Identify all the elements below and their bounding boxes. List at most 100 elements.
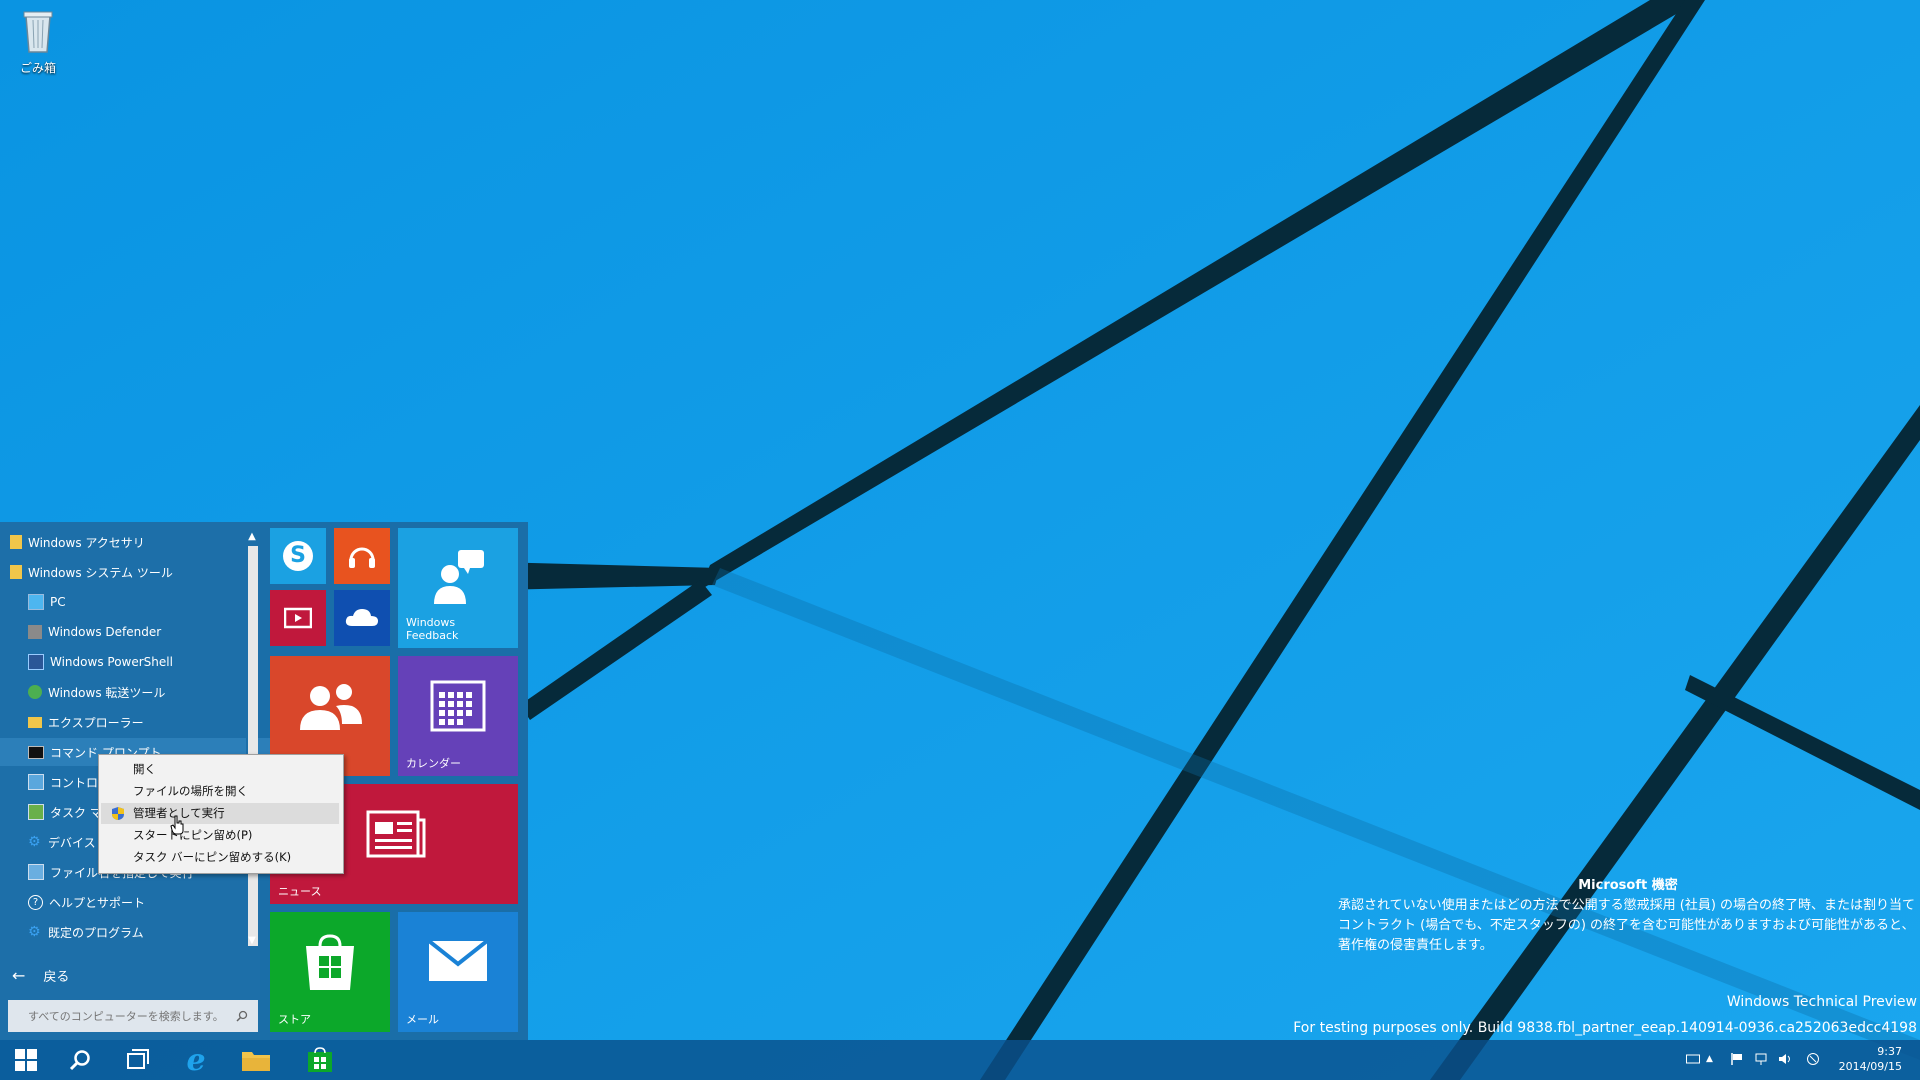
folder-icon [10, 535, 22, 549]
tile-windows-feedback[interactable]: Windows Feedback [398, 528, 518, 648]
defender-icon [28, 625, 42, 639]
context-item-pin-to-start[interactable]: スタートにピン留め(P) [101, 825, 339, 846]
tile-skype[interactable]: S [270, 528, 326, 584]
tile-calendar[interactable]: カレンダー [398, 656, 518, 776]
app-item-windows-defender[interactable]: Windows Defender [0, 618, 274, 646]
app-item-windows-transfer[interactable]: Windows 転送ツール [0, 678, 274, 706]
search-box[interactable] [8, 1000, 258, 1032]
app-item-windows-system-tools[interactable]: Windows システム ツール [0, 558, 256, 586]
clock-date: 2014/09/15 [1838, 1060, 1902, 1073]
app-item-help[interactable]: ? ヘルプとサポート [0, 888, 274, 916]
app-item-windows-powershell[interactable]: Windows PowerShell [0, 648, 274, 676]
confidential-notice: Microsoft 機密 承認されていない使用またはどの方法で公開する懲戒採用 … [1338, 876, 1918, 956]
recycle-bin-icon [23, 11, 53, 53]
recycle-bin[interactable]: ごみ箱 [14, 6, 62, 76]
chevron-up-icon[interactable]: ▲ [1706, 1052, 1720, 1066]
mail-icon [428, 940, 488, 981]
scrollbar-thumb[interactable] [248, 546, 258, 946]
app-item-windows-accessories[interactable]: Windows アクセサリ [0, 528, 256, 556]
taskbar: e ▲ 9:37 2014/09/15 [0, 1040, 1920, 1080]
scroll-up-arrow-icon[interactable]: ▲ [246, 530, 258, 544]
news-icon [366, 810, 426, 858]
scroll-down-arrow-icon[interactable]: ▼ [246, 934, 258, 948]
windows-logo-icon [15, 1049, 37, 1071]
search-input[interactable] [26, 1008, 230, 1024]
search-icon [69, 1050, 90, 1071]
tile-onedrive[interactable] [334, 590, 390, 646]
taskbar-search-button[interactable] [54, 1040, 106, 1080]
tile-mail[interactable]: メール [398, 912, 518, 1032]
app-item-label: ヘルプとサポート [49, 895, 146, 910]
internet-explorer-icon: e [186, 1042, 206, 1078]
app-item-explorer[interactable]: エクスプローラー [0, 708, 274, 736]
context-item-pin-to-taskbar[interactable]: タスク バーにピン留めする(K) [101, 847, 339, 868]
app-item-default-programs[interactable]: ⚙ 既定のプログラム [0, 918, 274, 946]
taskbar-file-explorer[interactable] [230, 1040, 282, 1080]
tile-label: Windows Feedback [406, 616, 459, 642]
tile-label: ストア [278, 1013, 311, 1026]
control-panel-icon [28, 774, 44, 790]
video-icon [284, 607, 312, 629]
pc-icon [28, 594, 44, 610]
headphones-icon [349, 547, 375, 568]
recycle-bin-label: ごみ箱 [19, 61, 56, 75]
task-view-icon [127, 1049, 149, 1069]
taskbar-store[interactable] [294, 1040, 346, 1080]
build-string: For testing purposes only. Build 9838.fb… [1293, 1020, 1917, 1036]
network-icon[interactable] [1754, 1052, 1768, 1066]
search-icon[interactable] [236, 1010, 248, 1022]
explorer-icon [28, 716, 42, 728]
flag-icon[interactable] [1730, 1052, 1744, 1066]
app-item-label: 既定のプログラム [48, 925, 144, 940]
notification-icon[interactable] [1806, 1052, 1820, 1066]
tile-label: カレンダー [406, 757, 461, 770]
task-manager-icon [28, 804, 44, 820]
gear-icon: ⚙ [28, 834, 41, 850]
context-menu: 開く ファイルの場所を開く 管理者として実行 スタートにピン留め(P) タスク … [98, 754, 344, 874]
app-item-label: Windows 転送ツール [48, 685, 166, 700]
start-button[interactable] [0, 1040, 52, 1080]
clock[interactable]: 9:37 2014/09/15 [1839, 1044, 1902, 1074]
gear-icon: ⚙ [28, 924, 41, 940]
run-icon [28, 864, 44, 880]
clock-time: 9:37 [1877, 1045, 1902, 1058]
app-item-label: PC [50, 595, 66, 609]
tile-label: ニュース [278, 885, 322, 898]
app-item-label: デバイス [48, 835, 96, 850]
folder-icon [10, 565, 22, 579]
powershell-icon [28, 654, 44, 670]
context-item-open-file-location[interactable]: ファイルの場所を開く [101, 781, 339, 802]
hand-cursor-icon [170, 815, 184, 835]
back-button[interactable]: ← 戻る [0, 958, 260, 992]
tile-video[interactable] [270, 590, 326, 646]
feedback-people-icon [434, 550, 484, 604]
app-item-label: Windows Defender [48, 625, 162, 639]
store-bag-icon [308, 1047, 332, 1072]
app-item-label: エクスプローラー [48, 715, 144, 730]
transfer-icon [28, 685, 42, 699]
taskbar-internet-explorer[interactable]: e [170, 1040, 222, 1080]
cmd-icon [28, 745, 44, 759]
help-icon: ? [28, 894, 43, 910]
tile-music[interactable] [334, 528, 390, 584]
app-item-label: Windows PowerShell [50, 655, 173, 669]
system-tray: ▲ 9:37 2014/09/15 [1600, 1040, 1920, 1080]
task-view-button[interactable] [112, 1040, 164, 1080]
cloud-icon [345, 609, 378, 626]
context-item-run-as-admin[interactable]: 管理者として実行 [101, 803, 339, 824]
app-item-pc[interactable]: PC [0, 588, 274, 616]
app-item-label: Windows アクセサリ [28, 535, 145, 550]
store-bag-icon [306, 934, 354, 990]
back-arrow-icon: ← [12, 965, 26, 985]
people-icon [300, 684, 362, 730]
tile-label: メール [406, 1013, 439, 1026]
keyboard-icon[interactable] [1686, 1052, 1700, 1066]
volume-icon[interactable] [1778, 1052, 1792, 1066]
calendar-icon [430, 680, 486, 732]
tile-store[interactable]: ストア [270, 912, 390, 1032]
edition-label: Windows Technical Preview [1726, 994, 1917, 1010]
app-item-label: Windows システム ツール [28, 565, 173, 580]
confidential-body: 承認されていない使用またはどの方法で公開する懲戒採用 (社員) の場合の終了時、… [1338, 898, 1916, 953]
context-item-open[interactable]: 開く [101, 759, 339, 780]
back-label: 戻る [43, 969, 70, 985]
